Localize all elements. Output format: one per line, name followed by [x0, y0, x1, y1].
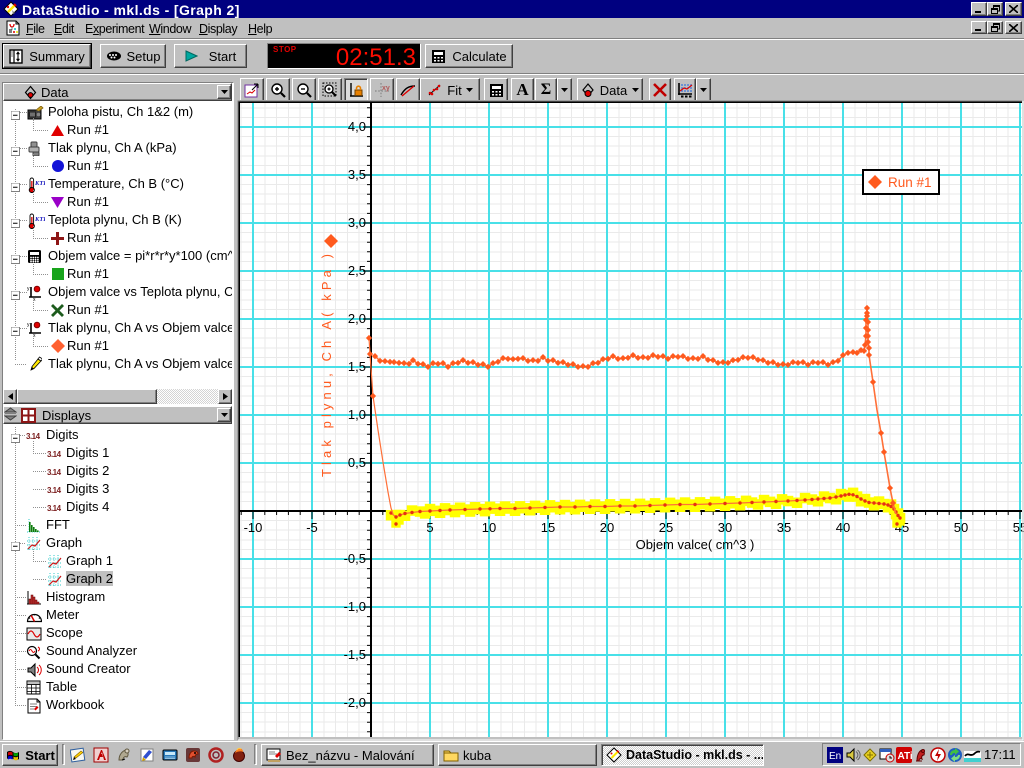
- svg-text:-5: -5: [306, 520, 318, 535]
- svg-text:3,0: 3,0: [348, 215, 366, 230]
- svg-text:3.14: 3.14: [47, 486, 62, 494]
- svg-text:xy: xy: [382, 85, 390, 92]
- svg-text:10: 10: [482, 520, 496, 535]
- svg-text:Objem valce( cm^3 ): Objem valce( cm^3 ): [636, 537, 755, 552]
- svg-text:-0,5: -0,5: [344, 551, 366, 566]
- svg-text:ATi: ATi: [898, 751, 913, 762]
- svg-text:3.14: 3.14: [47, 504, 62, 512]
- svg-text:35: 35: [777, 520, 791, 535]
- svg-text:-2,0: -2,0: [344, 695, 366, 710]
- svg-text:4,0: 4,0: [348, 119, 366, 134]
- svg-text:15: 15: [541, 520, 555, 535]
- svg-text:3.14: 3.14: [26, 432, 41, 440]
- svg-text:1,5: 1,5: [348, 359, 366, 374]
- svg-text:30: 30: [718, 520, 732, 535]
- svg-text:40: 40: [836, 520, 850, 535]
- svg-text:0,5: 0,5: [348, 455, 366, 470]
- svg-text:20: 20: [600, 520, 614, 535]
- svg-text:y: y: [27, 322, 30, 328]
- svg-text:50: 50: [954, 520, 968, 535]
- svg-text:KTD: KTD: [34, 216, 45, 223]
- svg-text:-1,5: -1,5: [344, 647, 366, 662]
- svg-text:25: 25: [659, 520, 673, 535]
- svg-text:2,5: 2,5: [348, 263, 366, 278]
- svg-text:3,5: 3,5: [348, 167, 366, 182]
- svg-text:3.14: 3.14: [47, 450, 62, 458]
- svg-text:5: 5: [426, 520, 433, 535]
- svg-text:2,0: 2,0: [348, 311, 366, 326]
- svg-text:y: y: [27, 286, 30, 292]
- svg-text:55: 55: [1013, 520, 1024, 535]
- svg-text:3.14: 3.14: [47, 468, 62, 476]
- svg-text:-1,0: -1,0: [344, 599, 366, 614]
- svg-text:Run #1: Run #1: [888, 175, 932, 190]
- svg-text:KTD: KTD: [34, 180, 45, 187]
- svg-text:1,0: 1,0: [348, 407, 366, 422]
- svg-text:En: En: [829, 751, 841, 762]
- svg-text:-10: -10: [244, 520, 263, 535]
